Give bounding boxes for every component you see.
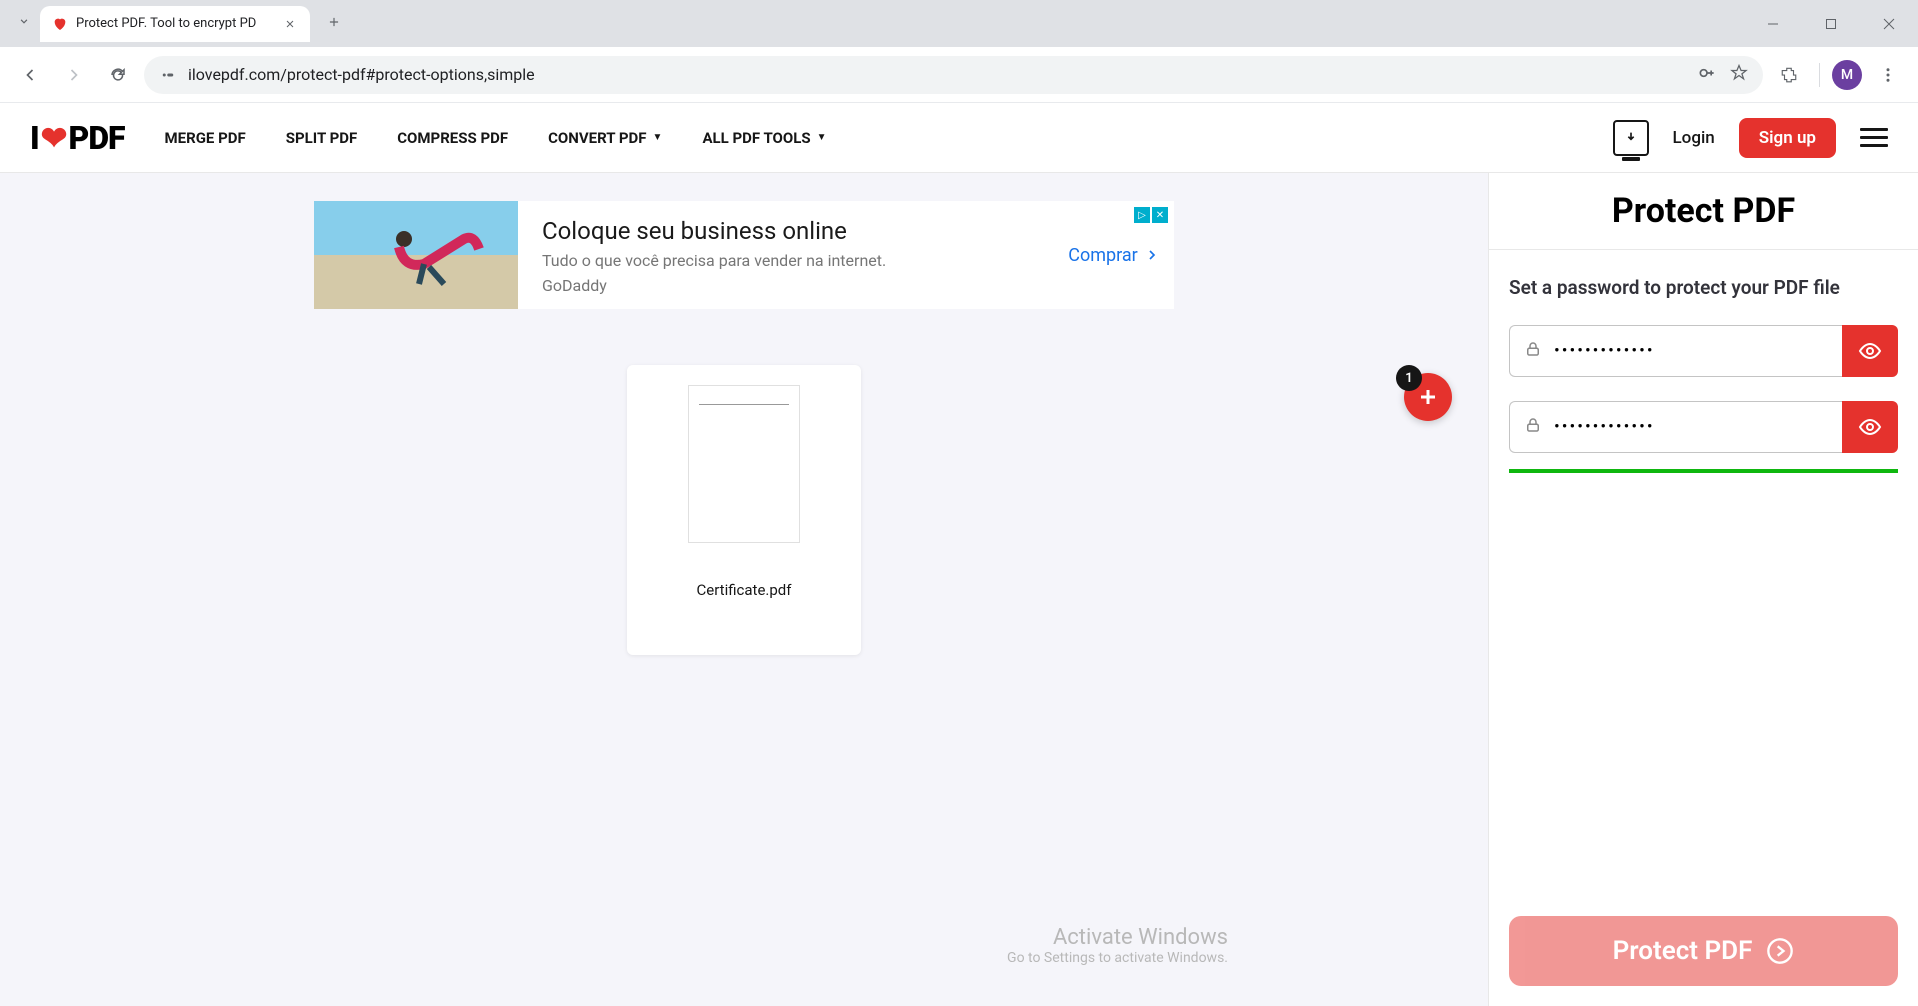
chevron-down-icon: ▼ bbox=[653, 132, 663, 143]
toggle-confirm-visibility[interactable] bbox=[1842, 401, 1898, 453]
main-content: Coloque seu business online Tudo o que v… bbox=[0, 173, 1918, 1006]
browser-tab[interactable]: Protect PDF. Tool to encrypt PD bbox=[40, 6, 310, 42]
watermark-title: Activate Windows bbox=[1007, 925, 1228, 950]
nav-convert[interactable]: CONVERT PDF ▼ bbox=[548, 129, 662, 147]
browser-toolbar: ilovepdf.com/protect-pdf#protect-options… bbox=[0, 47, 1918, 103]
nav-convert-label: CONVERT PDF bbox=[548, 129, 646, 147]
protect-button-label: Protect PDF bbox=[1613, 936, 1753, 966]
file-preview bbox=[688, 385, 800, 543]
main-nav: MERGE PDF SPLIT PDF COMPRESS PDF CONVERT… bbox=[165, 129, 827, 147]
ad-brand: GoDaddy bbox=[542, 276, 1030, 295]
extensions-button[interactable] bbox=[1771, 57, 1807, 93]
nav-alltools[interactable]: ALL PDF TOOLS ▼ bbox=[702, 129, 826, 147]
heart-icon: ❤ bbox=[41, 119, 67, 157]
tab-search-dropdown[interactable] bbox=[8, 5, 40, 37]
site-info-icon[interactable] bbox=[158, 65, 178, 85]
panel-instruction: Set a password to protect your PDF file bbox=[1509, 276, 1898, 299]
confirm-password-input[interactable] bbox=[1554, 417, 1828, 437]
url-text: ilovepdf.com/protect-pdf#protect-options… bbox=[188, 65, 1687, 84]
tab-favicon-icon bbox=[52, 16, 68, 32]
logo-pdf: PDF bbox=[68, 119, 124, 157]
file-name: Certificate.pdf bbox=[697, 581, 792, 599]
site-header: I ❤ PDF MERGE PDF SPLIT PDF COMPRESS PDF… bbox=[0, 103, 1918, 173]
lock-icon bbox=[1524, 416, 1542, 438]
logo-i: I bbox=[30, 119, 39, 157]
nav-alltools-label: ALL PDF TOOLS bbox=[702, 129, 810, 147]
panel-title: Protect PDF bbox=[1489, 173, 1918, 250]
nav-merge[interactable]: MERGE PDF bbox=[165, 129, 246, 147]
ad-subtitle: Tudo o que você precisa para vender na i… bbox=[542, 251, 1030, 270]
ad-cta-label: Comprar bbox=[1068, 245, 1138, 266]
confirm-password-field-wrap bbox=[1509, 401, 1898, 453]
windows-watermark: Activate Windows Go to Settings to activ… bbox=[1007, 925, 1228, 966]
reload-button[interactable] bbox=[100, 57, 136, 93]
new-tab-button[interactable] bbox=[318, 6, 350, 38]
ad-image bbox=[314, 201, 518, 309]
desktop-app-button[interactable] bbox=[1613, 120, 1649, 156]
chevron-down-icon: ▼ bbox=[817, 132, 827, 143]
workspace: Coloque seu business online Tudo o que v… bbox=[0, 173, 1488, 1006]
chrome-menu-button[interactable] bbox=[1870, 57, 1906, 93]
adchoices-icon[interactable]: ▷ bbox=[1134, 207, 1150, 223]
window-maximize-button[interactable] bbox=[1802, 0, 1860, 47]
browser-tab-strip: Protect PDF. Tool to encrypt PD bbox=[0, 0, 1918, 47]
signup-button[interactable]: Sign up bbox=[1739, 118, 1836, 158]
password-strength-bar bbox=[1509, 469, 1898, 473]
address-bar[interactable]: ilovepdf.com/protect-pdf#protect-options… bbox=[144, 56, 1763, 94]
hamburger-menu[interactable] bbox=[1860, 123, 1888, 152]
forward-button[interactable] bbox=[56, 57, 92, 93]
ad-text: Coloque seu business online Tudo o que v… bbox=[518, 201, 1054, 309]
password-input[interactable] bbox=[1554, 341, 1828, 361]
options-panel: Protect PDF Set a password to protect yo… bbox=[1488, 173, 1918, 1006]
add-file-button[interactable]: 1 bbox=[1404, 373, 1452, 421]
ad-headline: Coloque seu business online bbox=[542, 217, 1030, 245]
toolbar-divider bbox=[1819, 63, 1820, 87]
bookmark-star-icon[interactable] bbox=[1729, 63, 1749, 87]
protect-pdf-button[interactable]: Protect PDF bbox=[1509, 916, 1898, 986]
back-button[interactable] bbox=[12, 57, 48, 93]
password-field-wrap bbox=[1509, 325, 1898, 377]
window-close-button[interactable] bbox=[1860, 0, 1918, 47]
tab-title: Protect PDF. Tool to encrypt PD bbox=[76, 16, 274, 31]
tab-close-icon[interactable] bbox=[282, 16, 298, 32]
lock-icon bbox=[1524, 340, 1542, 362]
watermark-sub: Go to Settings to activate Windows. bbox=[1007, 950, 1228, 966]
nav-compress[interactable]: COMPRESS PDF bbox=[397, 129, 508, 147]
file-card[interactable]: Certificate.pdf bbox=[627, 365, 861, 655]
ad-close-icon[interactable]: ✕ bbox=[1152, 207, 1168, 223]
ad-banner[interactable]: Coloque seu business online Tudo o que v… bbox=[314, 201, 1174, 309]
login-link[interactable]: Login bbox=[1673, 128, 1715, 148]
toggle-password-visibility[interactable] bbox=[1842, 325, 1898, 377]
password-key-icon[interactable] bbox=[1697, 63, 1717, 87]
nav-split[interactable]: SPLIT PDF bbox=[286, 129, 357, 147]
profile-avatar[interactable]: M bbox=[1832, 60, 1862, 90]
window-minimize-button[interactable] bbox=[1744, 0, 1802, 47]
logo[interactable]: I ❤ PDF bbox=[30, 119, 125, 157]
file-count-badge: 1 bbox=[1396, 365, 1422, 391]
